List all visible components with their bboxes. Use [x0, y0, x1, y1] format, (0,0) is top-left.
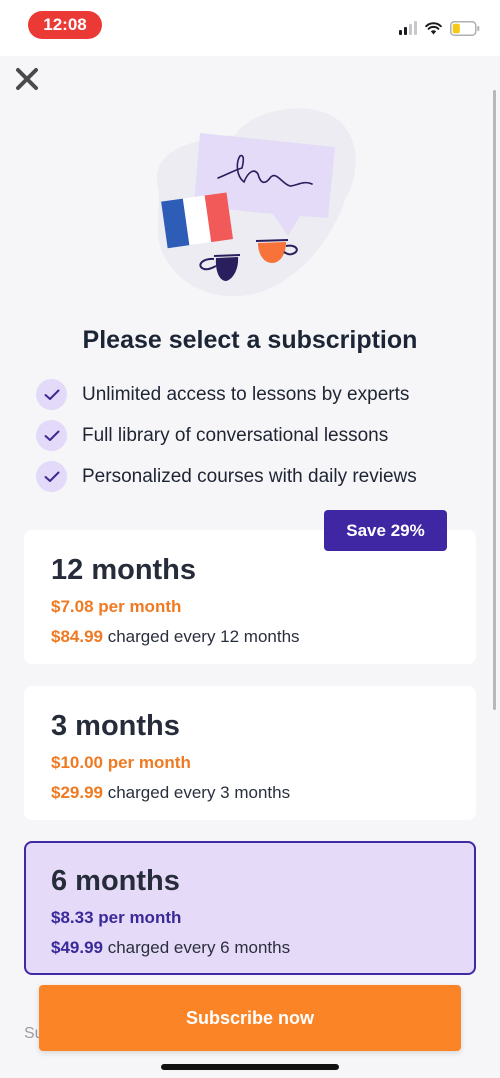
status-bar: 12:08	[0, 0, 500, 56]
feature-label: Unlimited access to lessons by experts	[82, 383, 410, 405]
plan-title: 6 months	[51, 865, 180, 897]
signal-icon	[399, 21, 417, 35]
plan-per-month: $8.33 per month	[51, 908, 182, 927]
feature-label: Full library of conversational lessons	[82, 424, 389, 446]
feature-item: Personalized courses with daily reviews	[36, 456, 486, 497]
scrollbar[interactable]	[493, 90, 496, 710]
feature-list: Unlimited access to lessons by experts F…	[36, 374, 486, 497]
status-time: 12:08	[28, 11, 102, 39]
feature-label: Personalized courses with daily reviews	[82, 465, 417, 487]
plan-charged: $29.99 charged every 3 months	[51, 783, 476, 803]
wifi-icon	[425, 21, 442, 34]
feature-item: Unlimited access to lessons by experts	[36, 374, 486, 415]
subscribe-button[interactable]: Subscribe now	[39, 985, 461, 1051]
plan-charged-text: charged every 12 months	[103, 627, 300, 646]
plan-charged-text: charged every 3 months	[103, 783, 291, 802]
page-title: Please select a subscription	[82, 326, 418, 354]
plan-per-month: $7.08 per month	[51, 597, 182, 616]
check-icon	[36, 461, 67, 492]
close-icon[interactable]	[12, 64, 42, 94]
status-icons	[399, 19, 480, 37]
feature-item: Full library of conversational lessons	[36, 415, 486, 456]
battery-icon	[450, 20, 480, 36]
save-badge: Save 29%	[324, 510, 447, 551]
plan-amount: $49.99	[51, 938, 103, 957]
plan-charged-text: charged every 6 months	[103, 938, 291, 957]
plan-amount: $84.99	[51, 627, 103, 646]
check-icon	[36, 420, 67, 451]
plan-title: 3 months	[51, 710, 180, 742]
conversation-illustration	[156, 108, 356, 297]
plan-title: 12 months	[51, 554, 197, 586]
check-icon	[36, 379, 67, 410]
plan-per-month: $10.00 per month	[51, 753, 191, 772]
plan-charged: $84.99 charged every 12 months	[51, 627, 476, 647]
plan-card-3-months[interactable]: 3 months $10.00 per month $29.99 charged…	[24, 686, 476, 820]
plan-charged: $49.99 charged every 6 months	[51, 938, 474, 958]
home-indicator[interactable]	[161, 1064, 339, 1070]
plan-card-6-months[interactable]: 6 months $8.33 per month $49.99 charged …	[24, 841, 476, 975]
plan-amount: $29.99	[51, 783, 103, 802]
